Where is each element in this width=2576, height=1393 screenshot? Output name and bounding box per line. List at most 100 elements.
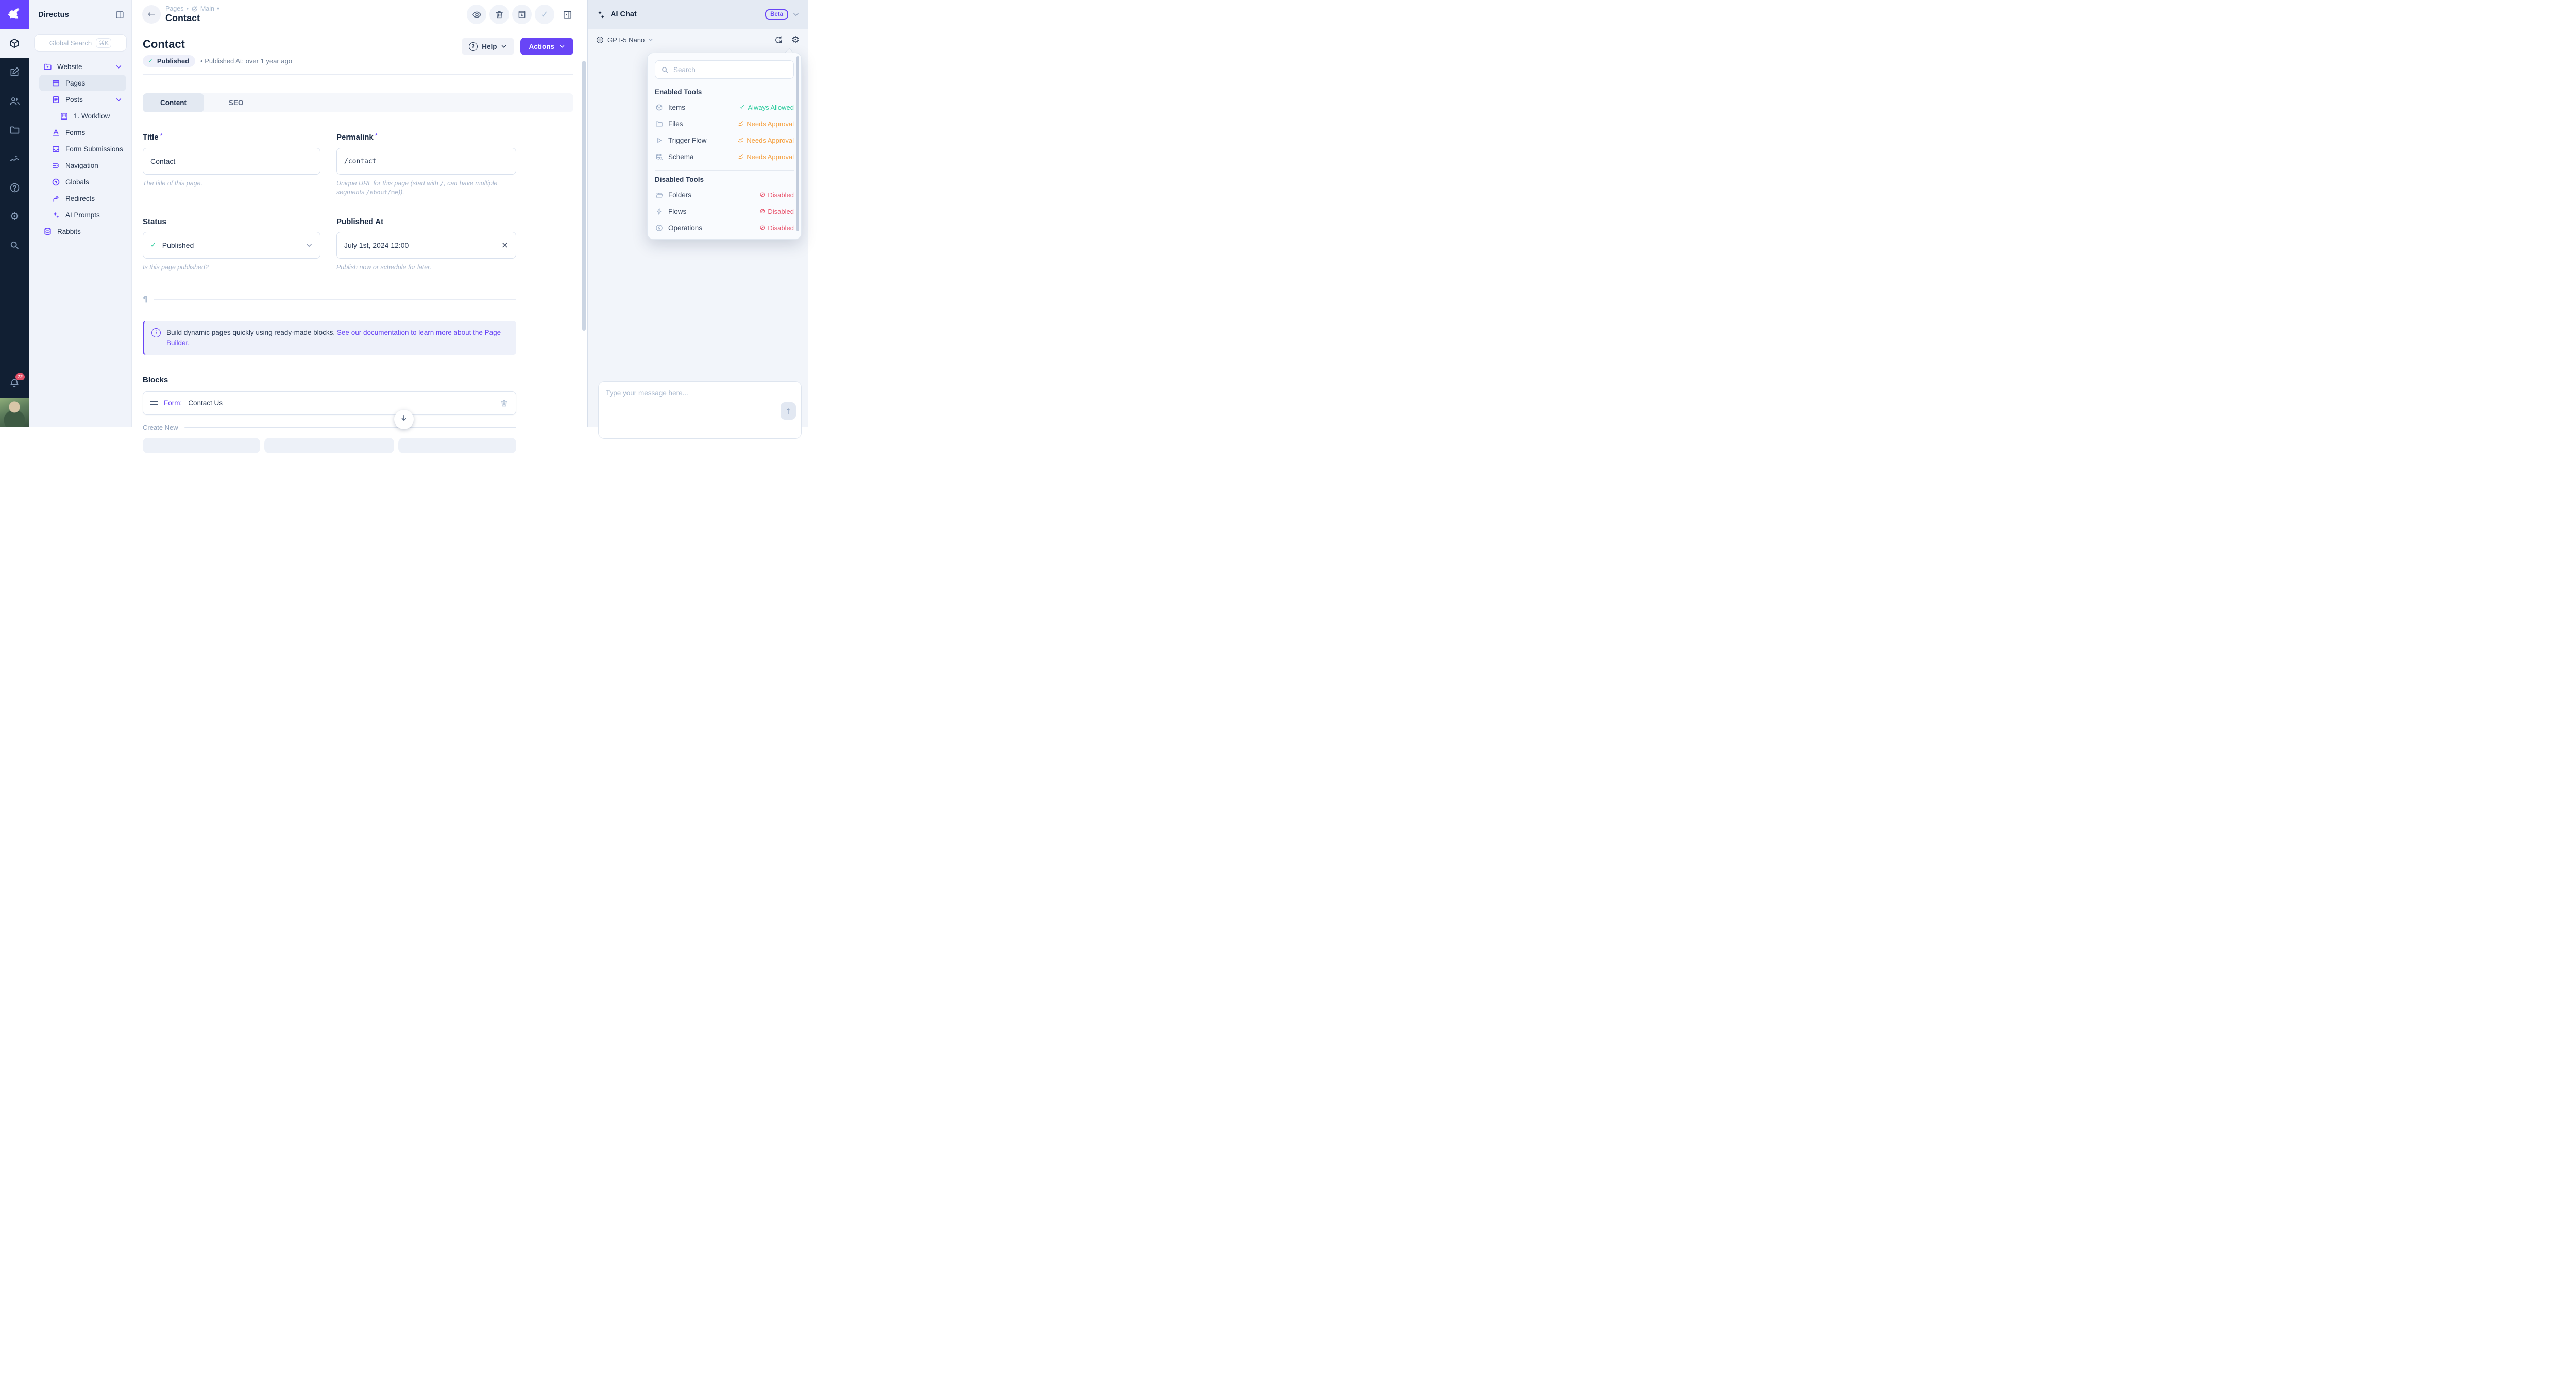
chevron-down-icon[interactable]	[792, 11, 800, 18]
tool-row-items[interactable]: Items ✓Always Allowed	[655, 99, 794, 115]
message-composer[interactable]: Type your message here... ↑	[598, 381, 802, 439]
chevron-down-icon[interactable]	[115, 63, 122, 70]
actions-button[interactable]: Actions	[520, 38, 573, 55]
breadcrumb-separator: •	[186, 5, 188, 12]
module-bar: ⚙ 72	[0, 0, 29, 427]
sidebar-item-form-submissions[interactable]: Form Submissions	[29, 141, 131, 157]
global-search-input[interactable]: Global Search ⌘K	[34, 34, 127, 52]
create-new-options	[143, 438, 516, 453]
composer-placeholder: Type your message here...	[606, 389, 794, 397]
ai-chat-panel: AI Chat Beta GPT-5 Nano ⚙ Search Enabled…	[587, 0, 808, 427]
sidebar-item-label: Rabbits	[57, 228, 81, 235]
archive-box-icon	[517, 10, 527, 19]
status-label: Status	[143, 217, 320, 226]
notifications-button[interactable]: 72	[0, 369, 29, 398]
drag-handle-icon[interactable]	[150, 401, 158, 405]
sidebar-item-ai-prompts[interactable]: AI Prompts	[29, 207, 131, 223]
module-search[interactable]	[0, 231, 29, 260]
clear-icon[interactable]: ×	[501, 240, 509, 250]
tool-row-flows[interactable]: Flows ⊘Disabled	[655, 203, 794, 219]
block-item[interactable]: Form: Contact Us	[143, 391, 516, 415]
preview-button[interactable]	[467, 5, 486, 24]
block-delete-button[interactable]	[500, 399, 509, 407]
archive-button[interactable]	[512, 5, 532, 24]
check-icon: ✓	[540, 9, 548, 20]
sidebar-item-posts[interactable]: Posts	[29, 91, 131, 108]
tool-row-operations[interactable]: Operations ⊘Disabled	[655, 219, 794, 236]
divider	[143, 74, 573, 75]
sidebar-item-rabbits[interactable]: Rabbits	[29, 223, 131, 240]
module-insights[interactable]	[0, 144, 29, 173]
tool-row-files[interactable]: Files Needs Approval	[655, 115, 794, 132]
required-marker: *	[375, 132, 378, 140]
module-editor[interactable]	[0, 58, 29, 87]
model-selector[interactable]: GPT-5 Nano	[607, 36, 645, 44]
module-settings[interactable]: ⚙	[0, 202, 29, 231]
status-select[interactable]: ✓ Published	[143, 232, 320, 259]
module-content[interactable]	[0, 29, 29, 58]
main-area: ← Pages • Main ▾ Contact ✓	[132, 0, 587, 427]
tool-row-folders[interactable]: Folders ⊘Disabled	[655, 186, 794, 203]
breadcrumb[interactable]: Pages • Main ▾	[165, 5, 219, 12]
breadcrumb-collection[interactable]: Pages	[165, 5, 183, 12]
published-at-input[interactable]: July 1st, 2024 12:00 ×	[336, 232, 516, 259]
send-button[interactable]: ↑	[781, 402, 796, 420]
tab-seo[interactable]: SEO	[211, 93, 261, 112]
sidebar-item-redirects[interactable]: Redirects	[29, 190, 131, 207]
create-option-button[interactable]	[398, 438, 516, 453]
create-option-button[interactable]	[264, 438, 394, 453]
permalink-input[interactable]: /contact	[336, 148, 516, 175]
clear-history-button[interactable]	[774, 36, 783, 44]
module-files[interactable]	[0, 115, 29, 144]
search-icon	[9, 240, 20, 250]
tools-search-input[interactable]: Search	[655, 60, 794, 79]
approval-hand-icon	[738, 154, 744, 160]
tools-settings-button[interactable]: ⚙	[791, 35, 800, 45]
published-meta: • Published At: over 1 year ago	[200, 57, 292, 65]
module-users[interactable]	[0, 87, 29, 115]
sidebar-item-forms[interactable]: Forms	[29, 124, 131, 141]
scroll-down-button[interactable]	[394, 410, 414, 429]
tool-row-trigger-flow[interactable]: Trigger Flow Needs Approval	[655, 132, 794, 148]
pilcrow-icon[interactable]: ¶	[143, 295, 148, 304]
help-icon: ?	[469, 42, 478, 51]
sidebar-item-label: 1. Workflow	[74, 112, 110, 120]
main-scrollbar[interactable]	[582, 61, 586, 331]
version-chevron-icon: ▾	[217, 6, 219, 12]
beta-badge: Beta	[765, 9, 788, 20]
documentation-link-period[interactable]: .	[188, 339, 190, 347]
module-help[interactable]	[0, 173, 29, 202]
create-option-button[interactable]	[143, 438, 260, 453]
sidebar-item-workflow[interactable]: 1. Workflow	[29, 108, 131, 124]
breadcrumb-version[interactable]: Main	[200, 5, 214, 12]
user-avatar[interactable]	[0, 398, 29, 427]
kanban-icon	[60, 112, 69, 121]
ai-chat-header: AI Chat Beta	[588, 0, 808, 29]
directus-logo[interactable]	[0, 0, 29, 29]
toggle-right-panel-button[interactable]	[557, 5, 577, 24]
tools-popover: Search Enabled Tools Items ✓Always Allow…	[647, 53, 802, 240]
popover-scrollbar[interactable]	[796, 56, 799, 231]
sparkles-icon	[52, 211, 60, 219]
sidebar-item-navigation[interactable]: Navigation	[29, 157, 131, 174]
chevron-down-icon[interactable]	[115, 96, 122, 103]
sidebar-item-website[interactable]: Website	[29, 58, 131, 75]
sidebar-item-globals[interactable]: Globals	[29, 174, 131, 190]
sidebar-item-pages[interactable]: Pages	[39, 75, 126, 91]
title-input[interactable]: Contact	[143, 148, 320, 175]
check-icon: ✓	[739, 104, 745, 111]
tab-content[interactable]: Content	[143, 93, 204, 112]
info-icon: i	[151, 328, 161, 337]
disabled-tools-heading: Disabled Tools	[655, 176, 794, 183]
tool-row-collections[interactable]: Collections ⊘Disabled	[655, 236, 794, 240]
open-folder-icon	[655, 191, 663, 199]
tool-row-schema[interactable]: Schema Needs Approval	[655, 148, 794, 165]
openai-logo-icon	[596, 36, 604, 44]
help-button[interactable]: ? Help	[462, 38, 514, 55]
collapse-sidebar-button[interactable]	[115, 10, 124, 19]
schema-icon	[655, 153, 663, 161]
title-icon	[52, 128, 60, 137]
save-button[interactable]: ✓	[535, 5, 554, 24]
back-button[interactable]: ←	[142, 5, 161, 24]
delete-button[interactable]	[489, 5, 509, 24]
